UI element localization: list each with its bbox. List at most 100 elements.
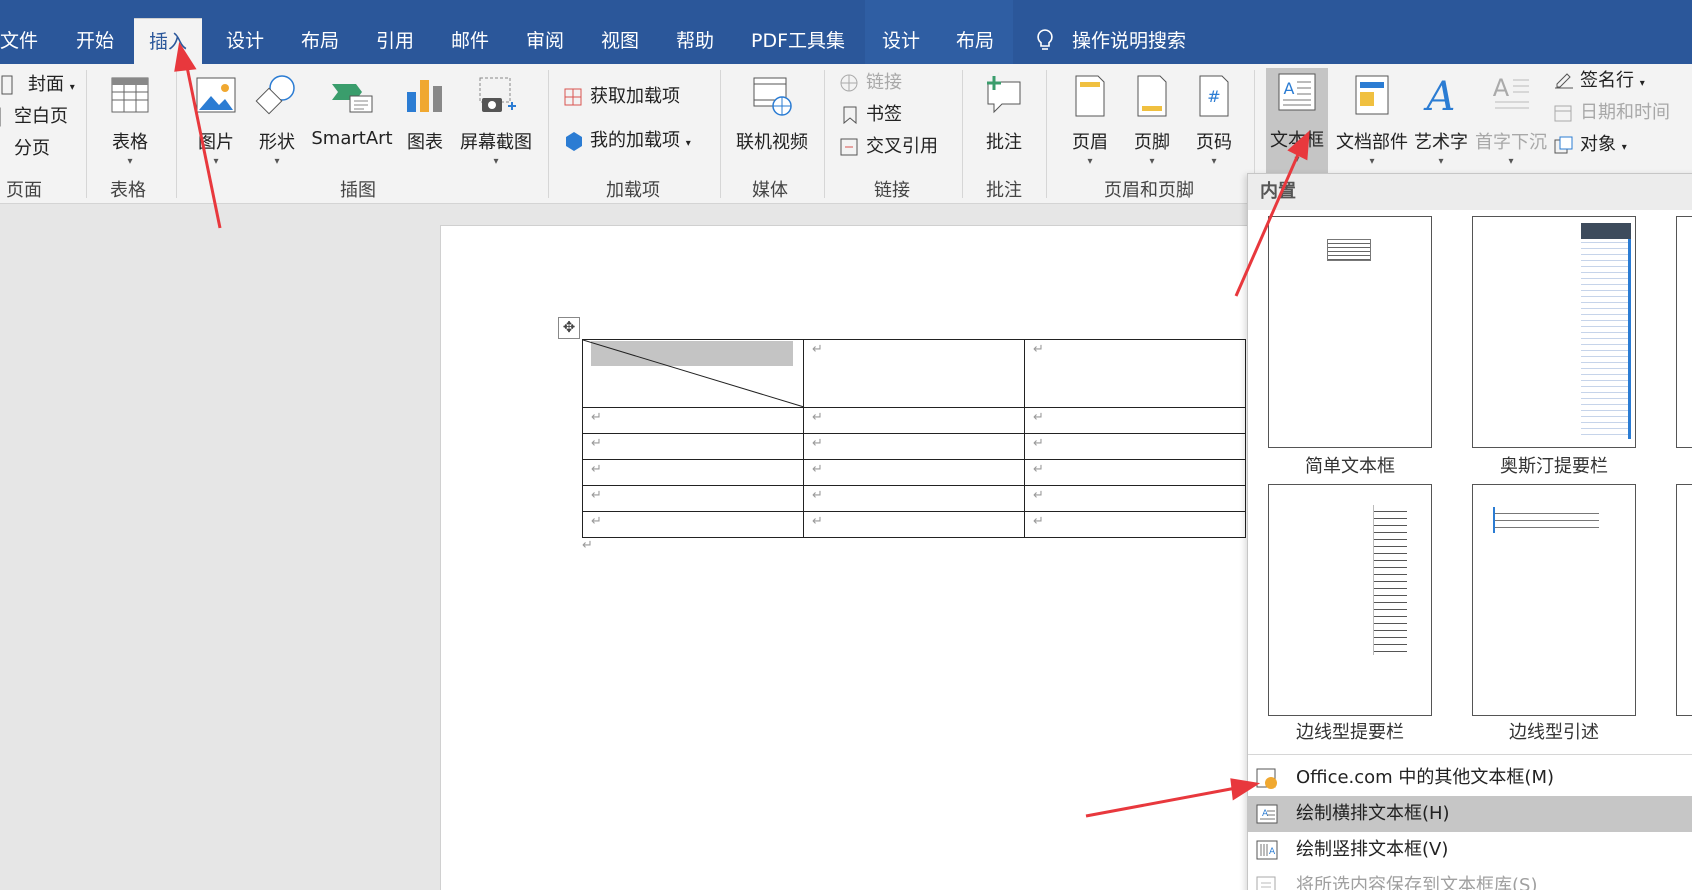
tab-help[interactable]: 帮助 <box>670 18 720 64</box>
table-cell[interactable]: ↵ <box>1024 433 1246 460</box>
comment-button[interactable]: 批注 <box>976 70 1032 170</box>
tab-mailings[interactable]: 邮件 <box>445 18 495 64</box>
table-cell[interactable]: ↵ <box>1024 511 1246 538</box>
svg-text:A: A <box>1284 79 1295 98</box>
draw-vertical-textbox-item[interactable]: A 绘制竖排文本框(V) <box>1248 832 1692 868</box>
group-label-media: 媒体 <box>752 180 788 201</box>
gallery-caption: 简单文本框 <box>1305 456 1395 477</box>
paragraph-mark: ↵ <box>582 538 593 553</box>
table-button[interactable]: 表格 ▾ <box>100 70 160 170</box>
table-row: ↵↵↵ <box>582 407 1246 434</box>
header-icon <box>1075 75 1105 117</box>
picture-button[interactable]: 图片 ▾ <box>192 70 240 170</box>
svg-text:#: # <box>1207 87 1220 106</box>
chevron-down-icon: ▾ <box>493 156 499 167</box>
tab-design[interactable]: 设计 <box>220 18 270 64</box>
thumb-preview <box>1373 505 1407 655</box>
cross-reference-button[interactable]: 交叉引用 <box>838 132 938 162</box>
table-cell[interactable]: ↵ <box>803 339 1025 408</box>
online-video-button[interactable]: 联机视频 <box>734 70 810 170</box>
chart-button[interactable]: 图表 <box>402 70 448 170</box>
wordart-button[interactable]: A 艺术字 ▾ <box>1412 70 1470 170</box>
picture-label: 图片 <box>198 132 234 153</box>
table-cell[interactable]: ↵ <box>803 433 1025 460</box>
chevron-down-icon: ▾ <box>1087 156 1093 167</box>
table-cell[interactable]: ↵ <box>1024 459 1246 486</box>
blank-page-button[interactable]: 空白页 <box>0 102 68 132</box>
table-cell[interactable]: ↵ <box>803 407 1025 434</box>
textbox-button[interactable]: A 文本框 ▾ <box>1266 68 1328 176</box>
group-label-addins: 加载项 <box>606 180 660 201</box>
chevron-down-icon: ▾ <box>69 82 75 93</box>
draw-horizontal-textbox-label: 绘制横排文本框(H) <box>1296 803 1450 824</box>
globe-link-icon <box>840 74 858 92</box>
page-break-button[interactable]: 分页 <box>0 134 50 164</box>
tab-file[interactable]: 文件 <box>0 18 44 64</box>
bookmark-button[interactable]: 书签 <box>838 100 902 130</box>
footer-label: 页脚 <box>1134 132 1170 153</box>
tab-view[interactable]: 视图 <box>595 18 645 64</box>
my-addins-button[interactable]: 我的加载项 ▾ <box>562 126 691 156</box>
cover-page-button[interactable]: 封面 ▾ <box>0 70 75 100</box>
group-label-pages: 页面 <box>6 180 42 201</box>
signature-line-button[interactable]: 签名行 ▾ <box>1552 66 1645 96</box>
table-cell[interactable]: ↵ <box>582 511 804 538</box>
tab-table-design[interactable]: 设计 <box>876 18 926 64</box>
signature-line-label: 签名行 <box>1580 70 1634 91</box>
tab-table-layout[interactable]: 布局 <box>950 18 1000 64</box>
gallery-item-partial[interactable] <box>1676 216 1692 448</box>
tell-me-search[interactable]: 操作说明搜索 <box>1066 18 1192 64</box>
page-break-label: 分页 <box>14 138 50 159</box>
tab-layout[interactable]: 布局 <box>295 18 345 64</box>
quick-parts-button[interactable]: 文档部件 ▾ <box>1334 70 1410 170</box>
gallery-item-edge-quote[interactable] <box>1472 484 1636 716</box>
save-to-gallery-item[interactable]: 将所选内容保存到文本框库(S) <box>1248 868 1692 890</box>
link-label: 链接 <box>866 72 902 93</box>
table-cell[interactable]: ↵ <box>582 459 804 486</box>
group-separator <box>86 70 87 198</box>
store-icon <box>564 88 582 106</box>
tab-home[interactable]: 开始 <box>70 18 120 64</box>
dropcap-icon: A <box>1493 74 1529 109</box>
screenshot-button[interactable]: 屏幕截图 ▾ <box>456 70 536 170</box>
tab-pdf-tools[interactable]: PDF工具集 <box>745 18 851 64</box>
cross-reference-label: 交叉引用 <box>866 136 938 157</box>
smartart-button[interactable]: SmartArt <box>310 70 394 170</box>
gallery-item-partial[interactable] <box>1676 484 1692 716</box>
link-button[interactable]: 链接 <box>838 68 902 98</box>
svg-text:A: A <box>1493 74 1510 102</box>
tab-insert[interactable]: 插入 <box>134 18 202 64</box>
bar-chart-icon <box>407 80 442 112</box>
header-button[interactable]: 页眉 ▾ <box>1066 70 1114 170</box>
smartart-icon <box>332 84 373 113</box>
gallery-item-edge-sidebar[interactable] <box>1268 484 1432 716</box>
shapes-button[interactable]: 形状 ▾ <box>252 70 302 170</box>
table-cell[interactable]: ↵ <box>803 485 1025 512</box>
object-button[interactable]: 对象 ▾ <box>1552 130 1627 160</box>
table-cell[interactable]: ↵ <box>1024 485 1246 512</box>
table-cell[interactable]: ↵ <box>803 459 1025 486</box>
group-separator <box>962 70 963 198</box>
group-label-tables: 表格 <box>110 180 146 201</box>
date-time-button[interactable]: 日期和时间 <box>1552 98 1670 128</box>
table-cell[interactable]: ↵ <box>1024 339 1246 408</box>
gallery-item-simple-textbox[interactable] <box>1268 216 1432 448</box>
table-cell[interactable]: ↵ <box>582 485 804 512</box>
table-cell[interactable]: ↵ <box>1024 407 1246 434</box>
dropcap-button[interactable]: A 首字下沉 ▾ <box>1474 70 1548 170</box>
tab-references[interactable]: 引用 <box>370 18 420 64</box>
table-cell[interactable]: ↵ <box>582 407 804 434</box>
gallery-item-austin-sidebar[interactable] <box>1472 216 1636 448</box>
get-addins-button[interactable]: 获取加载项 <box>562 82 680 112</box>
footer-button[interactable]: 页脚 ▾ <box>1128 70 1176 170</box>
quick-parts-icon <box>1355 75 1389 115</box>
group-separator <box>548 70 549 198</box>
more-textboxes-item[interactable]: Office.com 中的其他文本框(M) <box>1248 760 1692 796</box>
draw-horizontal-textbox-item[interactable]: A 绘制横排文本框(H) <box>1248 796 1692 832</box>
table-cell[interactable]: ↵ <box>582 433 804 460</box>
table-cell[interactable]: ↵ <box>803 511 1025 538</box>
svg-text:A: A <box>1423 74 1456 120</box>
tab-review[interactable]: 审阅 <box>520 18 570 64</box>
table-move-handle[interactable]: ✥ <box>558 317 580 339</box>
page-number-button[interactable]: # 页码 ▾ <box>1190 70 1238 170</box>
